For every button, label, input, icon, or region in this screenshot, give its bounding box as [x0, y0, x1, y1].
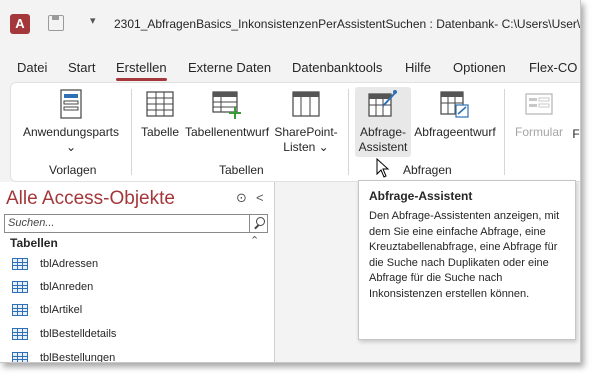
group-label-abfragen: Abfragen [403, 163, 452, 177]
nav-menu-icon[interactable]: ⊙ [236, 190, 247, 206]
abfrageentwurf-label: Abfrageentwurf [414, 125, 496, 139]
tab-erstellen[interactable]: Erstellen [116, 60, 167, 81]
table-icon [12, 304, 28, 317]
tooltip-abfrage-assistent: Abfrage-Assistent Den Abfrage-Assistente… [358, 180, 576, 340]
table-icon [12, 281, 28, 294]
title-bar: A ▾ 2301_AbfragenBasics_InkonsistenzenPe… [0, 0, 580, 48]
section-header-tabellen[interactable]: Tabellen [10, 236, 58, 250]
anwendungsparts-button[interactable]: Anwendungsparts ⌄ [21, 89, 121, 154]
sharepoint-label-1: SharePoint- [274, 125, 338, 139]
sharepoint-list-icon [292, 91, 320, 117]
customize-quick-access-icon[interactable]: ▾ [90, 14, 96, 27]
group-label-tabellen: Tabellen [219, 163, 264, 177]
tab-datenbanktools[interactable]: Datenbanktools [292, 60, 382, 75]
list-item-label: tblArtikel [40, 304, 83, 316]
tooltip-body: Den Abfrage-Assistenten anzeigen, mit de… [369, 210, 560, 300]
access-window: A ▾ 2301_AbfragenBasics_InkonsistenzenPe… [0, 0, 581, 363]
sharepoint-label-2: Listen ⌄ [283, 140, 329, 154]
abfrage-assistent-button[interactable]: Abfrage- Assistent [355, 87, 411, 157]
search-icon[interactable] [249, 215, 267, 232]
tab-datei[interactable]: Datei [17, 60, 47, 75]
nav-pane-title[interactable]: Alle Access-Objekte [6, 188, 175, 210]
shutter-bar-icon[interactable]: < [256, 190, 264, 205]
form-icon [525, 93, 553, 115]
tab-optionen[interactable]: Optionen [453, 60, 506, 75]
list-item-label: tblBestelldetails [40, 328, 117, 340]
tab-hilfe[interactable]: Hilfe [405, 60, 431, 75]
group-separator [348, 89, 349, 175]
tabellenentwurf-label: Tabellenentwurf [184, 125, 270, 139]
abfrageentwurf-button[interactable]: Abfrageentwurf [411, 89, 499, 153]
list-item[interactable]: tblArtikel [12, 304, 82, 320]
mouse-cursor-icon [376, 158, 390, 178]
chevron-up-icon[interactable]: ⌃ [250, 234, 259, 247]
tabellenentwurf-button[interactable]: Tabellenentwurf [183, 89, 271, 153]
tabelle-label: Tabelle [140, 125, 180, 139]
tab-flex-co[interactable]: Flex-CO [529, 60, 577, 75]
search-input[interactable]: Suchen... [8, 217, 54, 229]
abfrage-assistent-label-2: Assistent [358, 140, 408, 154]
tooltip-title: Abfrage-Assistent [369, 189, 473, 203]
tab-externe-daten[interactable]: Externe Daten [188, 60, 271, 75]
table-icon [12, 352, 28, 362]
list-item[interactable]: tblBestellungen [12, 352, 116, 363]
query-design-icon [440, 91, 469, 118]
list-item[interactable]: tblAdressen [12, 258, 98, 274]
tabelle-button[interactable]: Tabelle [139, 89, 181, 153]
list-item-label: tblAdressen [40, 258, 99, 270]
group-label-vorlagen: Vorlagen [49, 163, 97, 177]
list-item[interactable]: tblBestelldetails [12, 328, 116, 344]
sharepoint-listen-button[interactable]: SharePoint- Listen ⌄ [273, 89, 339, 157]
list-item-label: tblBestellungen [40, 352, 116, 363]
table-design-icon [212, 91, 241, 119]
access-app-icon: A [10, 14, 30, 34]
ribbon-tabs: Datei Start Erstellen Externe Daten Date… [0, 48, 580, 82]
nav-search-box[interactable]: Suchen... [4, 214, 268, 233]
list-item-label: tblAnreden [40, 281, 94, 293]
table-icon [146, 91, 174, 117]
table-icon [12, 328, 28, 341]
table-icon [12, 258, 28, 271]
save-icon[interactable] [48, 15, 64, 31]
ribbon: Anwendungsparts ⌄ Vorlagen Tabelle Tabel… [10, 82, 580, 182]
window-title: 2301_AbfragenBasics_InkonsistenzenPerAss… [114, 17, 581, 31]
formular-button[interactable]: Formular [511, 89, 567, 153]
formular-label: Formular [514, 125, 563, 139]
query-wizard-icon [368, 90, 397, 117]
abfrage-assistent-label-1: Abfrage- [359, 125, 407, 139]
group-separator [131, 89, 132, 175]
list-item[interactable]: tblAnreden [12, 281, 93, 297]
chevron-down-icon: ⌄ [65, 140, 77, 154]
group-separator [504, 89, 505, 175]
navigation-pane: Alle Access-Objekte ⊙ < Suchen... Tabell… [0, 182, 275, 362]
application-parts-icon [60, 89, 82, 119]
next-button-cut-off[interactable]: F [571, 127, 580, 142]
anwendungsparts-label: Anwendungsparts [22, 125, 120, 139]
tab-start[interactable]: Start [68, 60, 95, 75]
